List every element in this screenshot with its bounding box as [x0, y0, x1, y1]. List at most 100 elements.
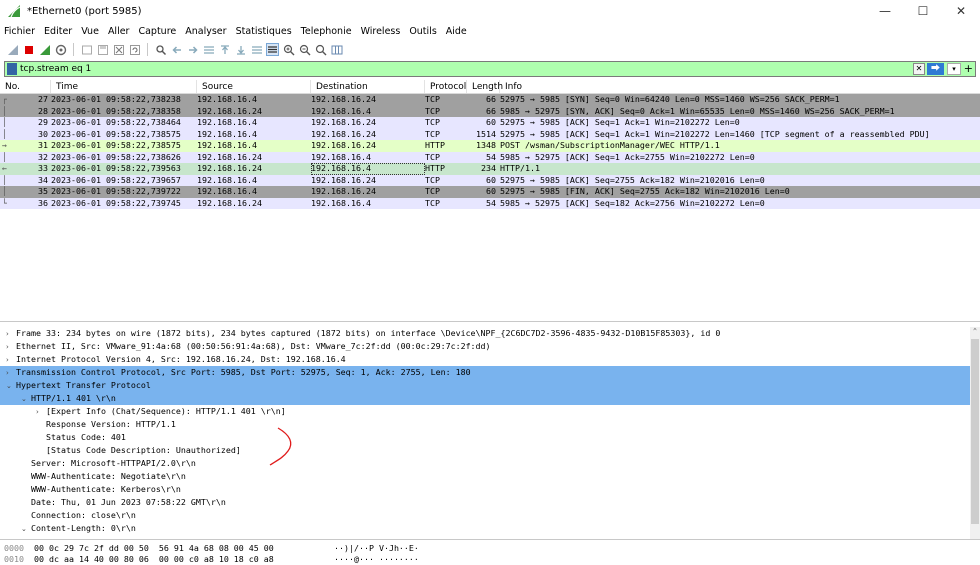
packet-row[interactable]: └ 36 2023-06-01 09:58:22,739745 192.168.16.… [0, 197, 980, 209]
details-tree-item[interactable]: Status Code: 401 [0, 431, 980, 444]
packet-protocol-cell: TCP [425, 117, 440, 127]
packet-related-indicator: └ [2, 197, 7, 208]
details-tree-item[interactable]: WWW-Authenticate: Negotiate\r\n [0, 470, 980, 483]
details-item-text: HTTP/1.1 401 \r\n [31, 393, 116, 403]
scroll-thumb[interactable] [971, 339, 979, 524]
menu-aller[interactable]: Aller [108, 26, 130, 37]
menu-vue[interactable]: Vue [81, 26, 99, 37]
details-item-text: Connection: close\r\n [31, 510, 136, 520]
clear-filter-icon[interactable]: ✕ [913, 63, 925, 75]
details-tree-item[interactable]: Date: Thu, 01 Jun 2023 07:58:22 GMT\r\n [0, 496, 980, 509]
menu-wireless[interactable]: Wireless [361, 26, 401, 37]
capture-options-icon[interactable] [54, 43, 67, 56]
save-file-icon[interactable] [96, 43, 109, 56]
packet-row[interactable]: ← 33 2023-06-01 09:58:22,739563 192.168.16.… [0, 163, 980, 175]
menu-editer[interactable]: Editer [44, 26, 72, 37]
details-tree-item[interactable]: › Internet Protocol Version 4, Src: 192.1… [0, 353, 980, 366]
packet-time-cell: 2023-06-01 09:58:22,739745 [51, 197, 181, 208]
close-file-icon[interactable] [112, 43, 125, 56]
details-tree-item[interactable]: › Frame 33: 234 bytes on wire (1872 bits)… [0, 327, 980, 340]
display-filter-input[interactable] [20, 62, 900, 76]
go-back-icon[interactable] [170, 43, 183, 56]
zoom-out-icon[interactable] [298, 43, 311, 56]
menu-analyser[interactable]: Analyser [185, 26, 226, 37]
details-tree-item[interactable]: WWW-Authenticate: Kerberos\r\n [0, 483, 980, 496]
column-header-source[interactable]: Source [197, 80, 311, 93]
autoscroll-icon[interactable] [250, 43, 263, 56]
collapse-arrow-icon[interactable]: ⌄ [21, 523, 31, 536]
column-header-protocol[interactable]: Protocol [425, 80, 467, 93]
packet-row[interactable]: │ 34 2023-06-01 09:58:22,739657 192.168.16.… [0, 174, 980, 186]
packet-related-indicator: │ [2, 186, 7, 196]
menu-fichier[interactable]: Fichier [4, 26, 35, 37]
maximize-button[interactable]: ☐ [904, 0, 942, 22]
colorize-icon[interactable] [266, 43, 279, 56]
details-item-text: WWW-Authenticate: Negotiate\r\n [31, 471, 186, 481]
details-tree-item[interactable]: › Transmission Control Protocol, Src Port… [0, 366, 980, 379]
details-item-text: Date: Thu, 01 Jun 2023 07:58:22 GMT\r\n [31, 497, 226, 507]
filter-history-dropdown[interactable]: ▾ [947, 63, 961, 75]
packet-destination-cell: 192.168.16.4 [311, 151, 371, 162]
packet-row[interactable]: │ 35 2023-06-01 09:58:22,739722 192.168.16.… [0, 186, 980, 198]
details-tree-item[interactable]: ⌄ Hypertext Transfer Protocol [0, 379, 980, 392]
resize-columns-icon[interactable] [330, 43, 343, 56]
packet-number-cell: 30 [38, 128, 48, 139]
close-button[interactable]: ✕ [942, 0, 980, 22]
details-tree-item[interactable]: Response Version: HTTP/1.1 [0, 418, 980, 431]
details-tree-item[interactable]: ⌄ HTTP/1.1 401 \r\n [0, 392, 980, 405]
column-header-destination[interactable]: Destination [311, 80, 425, 93]
packet-source-cell: 192.168.16.4 [197, 140, 257, 150]
menu-outils[interactable]: Outils [409, 26, 436, 37]
zoom-in-icon[interactable] [282, 43, 295, 56]
column-header-length[interactable]: Length [467, 80, 503, 93]
details-tree-item[interactable]: › Ethernet II, Src: VMware_91:4a:68 (00:5… [0, 340, 980, 353]
bytes-offset: 0000 [4, 543, 24, 553]
open-file-icon[interactable] [80, 43, 93, 56]
menu-statistiques[interactable]: Statistiques [236, 26, 292, 37]
column-header-info[interactable]: Info [500, 80, 980, 93]
go-to-packet-icon[interactable] [202, 43, 215, 56]
start-capture-icon[interactable] [6, 43, 19, 56]
packet-row[interactable]: ┌ 27 2023-06-01 09:58:22,738238 192.168.16.… [0, 94, 980, 106]
packet-row[interactable]: │ 29 2023-06-01 09:58:22,738464 192.168.16.… [0, 117, 980, 129]
packet-length-cell: 234 [481, 163, 496, 173]
bookmark-icon[interactable] [7, 63, 17, 75]
menu-aide[interactable]: Aide [446, 26, 467, 37]
find-packet-icon[interactable] [154, 43, 167, 56]
first-packet-icon[interactable] [218, 43, 231, 56]
minimize-button[interactable]: — [866, 0, 904, 22]
go-forward-icon[interactable] [186, 43, 199, 56]
zoom-reset-icon[interactable] [314, 43, 327, 56]
menu-capture[interactable]: Capture [138, 26, 176, 37]
packet-row[interactable]: │ 28 2023-06-01 09:58:22,738358 192.168.16.… [0, 105, 980, 117]
packet-related-indicator: ┌ [2, 94, 7, 104]
column-header-no[interactable]: No. [0, 80, 51, 93]
column-header-time[interactable]: Time [51, 80, 197, 93]
apply-filter-button[interactable]: ⮕ [927, 63, 944, 75]
bytes-row[interactable]: 0010 00 dc aa 14 40 00 80 06 00 00 c0 a8 … [0, 554, 980, 565]
details-item-text: [Status Code Description: Unauthorized] [46, 445, 241, 455]
packet-row[interactable]: → 31 2023-06-01 09:58:22,738575 192.168.16.… [0, 140, 980, 152]
reload-file-icon[interactable] [128, 43, 141, 56]
details-tree-item[interactable]: [Status Code Description: Unauthorized] [0, 444, 980, 457]
packet-destination-cell: 192.168.16.4 [311, 197, 371, 208]
packet-time-cell: 2023-06-01 09:58:22,738238 [51, 94, 181, 104]
details-scrollbar[interactable]: ⌃ [970, 327, 980, 539]
menu-telephonie[interactable]: Telephonie [301, 26, 352, 37]
restart-capture-icon[interactable] [38, 43, 51, 56]
details-tree-item[interactable]: Server: Microsoft-HTTPAPI/2.0\r\n [0, 457, 980, 470]
scroll-up-icon[interactable]: ⌃ [970, 327, 980, 335]
bytes-row[interactable]: 0000 00 0c 29 7c 2f dd 00 50 56 91 4a 68 … [0, 543, 980, 554]
stop-capture-icon[interactable] [22, 43, 35, 56]
add-filter-button[interactable]: + [964, 62, 973, 76]
details-tree-item[interactable]: ⌄ Content-Length: 0\r\n [0, 522, 980, 535]
details-tree-item[interactable]: Connection: close\r\n [0, 509, 980, 522]
details-item-text: Status Code: 401 [46, 432, 126, 442]
packet-row[interactable]: │ 30 2023-06-01 09:58:22,738575 192.168.16.… [0, 128, 980, 140]
packet-row[interactable]: │ 32 2023-06-01 09:58:22,738626 192.168.16.… [0, 151, 980, 163]
packet-number-cell: 28 [38, 105, 48, 116]
packet-protocol-cell: TCP [425, 151, 440, 162]
packet-number-cell: 36 [38, 197, 48, 208]
last-packet-icon[interactable] [234, 43, 247, 56]
details-tree-item[interactable]: › [Expert Info (Chat/Sequence): HTTP/1.1 … [0, 405, 980, 418]
